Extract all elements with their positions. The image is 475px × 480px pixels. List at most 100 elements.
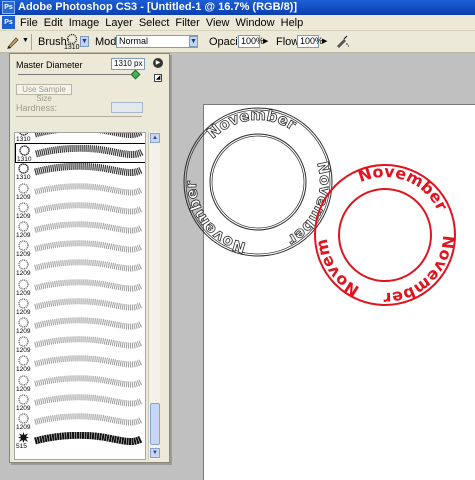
brush-size-label: 1209 [16, 270, 31, 278]
brush-size-label: 1209 [16, 232, 31, 239]
brush-stroke-preview [34, 182, 143, 196]
master-diameter-input[interactable]: 1310 px [111, 58, 145, 70]
brush-preset-item[interactable]: 1310 [15, 143, 145, 164]
brush-preset-item[interactable]: 1209 [15, 182, 145, 202]
brush-size-label: 1310 [16, 136, 31, 143]
brush-size-label: 1209 [16, 347, 31, 355]
brush-preset-item[interactable]: 1209 [15, 393, 145, 413]
menu-bar: Ps File Edit Image Layer Select Filter V… [0, 15, 475, 31]
opacity-input[interactable]: 100% [238, 35, 264, 48]
brush-size-label: 1310 [16, 174, 31, 182]
master-diameter-value: 1310 px [114, 59, 143, 68]
brush-preset-item[interactable]: 1209 [15, 239, 145, 259]
brush-stroke-preview [34, 413, 143, 426]
panel-menu-icon[interactable]: ▶ [153, 58, 163, 68]
use-sample-size-button[interactable]: Use Sample Size [16, 84, 72, 103]
airbrush-icon[interactable] [334, 33, 350, 49]
new-preset-icon[interactable]: ◢ [154, 74, 162, 82]
scrollbar-thumb[interactable] [150, 403, 160, 445]
brush-stroke-preview [34, 432, 143, 446]
brush-size-label: 1209 [16, 308, 31, 316]
title-bar: Ps Adobe Photoshop CS3 - [Untitled-1 @ 1… [0, 0, 475, 15]
brush-preset-item[interactable]: 1209 [15, 220, 145, 240]
menu-edit[interactable]: Edit [43, 17, 68, 29]
brush-stroke-preview [34, 394, 143, 407]
brush-stroke-preview [34, 355, 143, 368]
brush-preset-list[interactable]: 1310 1310 1310 1209 1209 1209 1209 1209 1209 1209… [14, 132, 146, 460]
brush-tool-icon[interactable] [5, 34, 21, 50]
flow-value: 100% [300, 36, 324, 46]
brush-size-label: 1209 [16, 328, 31, 335]
scroll-down-icon[interactable]: ▼ [150, 448, 160, 458]
brush-preset-item[interactable]: 515 [15, 431, 145, 451]
brush-size-label: 1209 [16, 385, 31, 393]
brush-preset-item[interactable]: 1310 [15, 133, 145, 144]
menu-view[interactable]: View [205, 17, 235, 29]
brush-preset-item[interactable]: 1209 [15, 316, 145, 336]
window-title: Adobe Photoshop CS3 - [Untitled-1 @ 16.7… [18, 1, 298, 13]
brush-stroke-preview [34, 278, 143, 292]
red-stamp-text-right: November [383, 235, 458, 309]
brush-preset-item[interactable]: 1209 [15, 354, 145, 374]
photoshop-logo-icon: Ps [2, 1, 15, 14]
master-diameter-slider-thumb[interactable] [130, 69, 141, 80]
brush-stroke-preview [34, 240, 143, 253]
brush-stroke-preview [34, 221, 143, 234]
brush-preset-item[interactable]: 1209 [15, 201, 145, 221]
brush-stroke-preview [34, 163, 143, 177]
menu-file[interactable]: File [19, 17, 43, 29]
brush-size-label: 1209 [16, 366, 31, 374]
brush-stroke-preview [35, 145, 144, 159]
separator [31, 34, 32, 50]
brush-stroke-preview [34, 259, 143, 272]
tool-preset-dropdown-icon[interactable]: ▼ [22, 37, 29, 44]
red-stamp: November November November [304, 145, 458, 309]
menu-window[interactable]: Window [235, 17, 280, 29]
options-bar: ▼ Brush: 1310 ▼ Mode: Normal ▼ Opacity: … [0, 31, 475, 53]
brush-size-label: 1209 [16, 289, 31, 297]
opacity-value: 100% [241, 36, 265, 46]
mode-select[interactable]: Normal [116, 35, 198, 48]
brush-preset-item[interactable]: 1209 [15, 412, 145, 432]
brush-size-text: 1310 [64, 44, 80, 51]
brush-stroke-preview [34, 336, 143, 349]
brush-stroke-preview [34, 374, 143, 388]
hardness-slider[interactable] [16, 116, 142, 117]
document-menu-icon[interactable]: Ps [2, 16, 15, 29]
scroll-up-icon[interactable]: ▲ [150, 133, 160, 143]
brush-picker-dropdown-icon[interactable]: ▼ [80, 36, 89, 47]
brush-preset-panel: Master Diameter 1310 px ▶ ◢ Use Sample S… [9, 53, 170, 463]
menu-help[interactable]: Help [280, 17, 309, 29]
hardness-input[interactable] [111, 102, 143, 113]
flow-input[interactable]: 100% [297, 35, 323, 48]
menu-image[interactable]: Image [68, 17, 105, 29]
brush-list-scrollbar[interactable]: ▲ ▼ [148, 132, 160, 460]
brush-preset-item[interactable]: 1209 [15, 278, 145, 298]
brush-size-label: 515 [16, 443, 27, 451]
menu-filter[interactable]: Filter [174, 17, 204, 29]
menu-layer[interactable]: Layer [104, 17, 138, 29]
brush-preset-item[interactable]: 1209 [15, 258, 145, 278]
brush-preset-item[interactable]: 1209 [15, 374, 145, 394]
brush-size-label: 1209 [16, 404, 31, 412]
gray-stamp-text-left: November [182, 180, 248, 257]
brush-preset-item[interactable]: 1209 [15, 335, 145, 355]
brush-stroke-preview [34, 133, 143, 138]
brush-size-label: 1209 [16, 212, 31, 220]
mode-dropdown-icon[interactable]: ▼ [189, 36, 198, 47]
menu-select[interactable]: Select [138, 17, 175, 29]
flow-slider-arrow-icon[interactable]: ▶ [322, 37, 327, 45]
brush-preset-item[interactable]: 1209 [15, 297, 145, 317]
brush-preset-item[interactable]: 1310 [15, 162, 145, 182]
master-diameter-slider[interactable] [18, 74, 140, 75]
brush-stroke-preview [34, 202, 143, 215]
red-stamp-text-left: November [304, 145, 362, 301]
master-diameter-label: Master Diameter [16, 60, 83, 70]
brush-size-label: 1209 [16, 424, 31, 431]
opacity-slider-arrow-icon[interactable]: ▶ [263, 37, 268, 45]
mode-value: Normal [119, 36, 149, 46]
gray-stamp-text-top: November [203, 106, 299, 142]
brush-stroke-preview [34, 298, 143, 311]
brush-size-label: 1209 [16, 193, 31, 201]
brush-size-label: 1209 [16, 251, 31, 259]
